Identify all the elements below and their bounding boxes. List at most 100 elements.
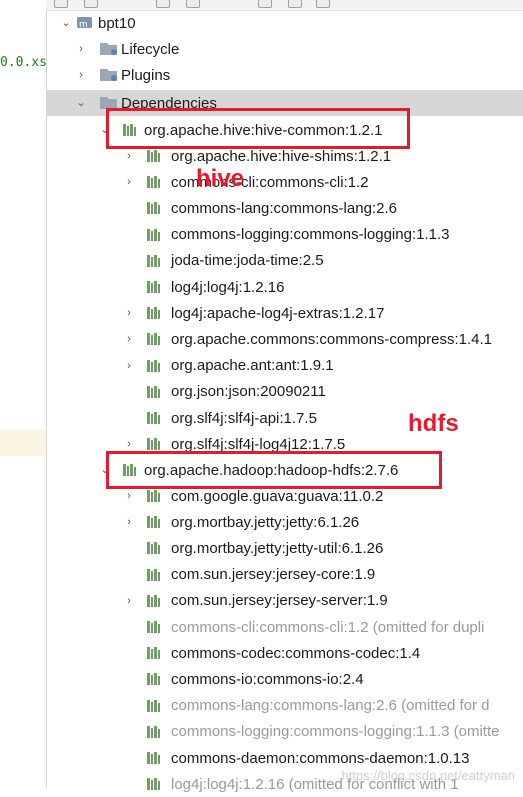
dependency-row[interactable]: › org.apache.ant:ant:1.9.1 <box>46 353 523 379</box>
toolbar-button[interactable] <box>316 0 330 8</box>
chevron-right-icon[interactable]: › <box>123 490 135 502</box>
dependency-label: com.google.guava:guava:11.0.2 <box>171 487 384 505</box>
editor-gutter: 0.0.xs <box>0 0 47 787</box>
library-icon <box>147 228 160 241</box>
chevron-right-icon[interactable]: › <box>123 595 135 607</box>
dependency-row[interactable]: › org.mortbay.jetty:jetty:6.1.26 <box>46 509 523 535</box>
tree-root-bpt10[interactable]: ⌄ m bpt10 <box>46 10 523 36</box>
dependency-row[interactable]: org.mortbay.jetty:jetty-util:6.1.26 <box>46 535 523 561</box>
dependency-row[interactable]: joda-time:joda-time:2.5 <box>46 248 523 274</box>
library-icon <box>147 542 160 555</box>
tree-item-lifecycle[interactable]: › Lifecycle <box>46 36 523 62</box>
chevron-down-icon[interactable]: ⌄ <box>60 17 72 29</box>
annotation-box-hdfs <box>106 451 442 489</box>
dependency-label: commons-io:commons-io:2.4 <box>171 670 364 688</box>
toolbar-button[interactable] <box>288 0 302 8</box>
dependency-label: com.sun.jersey:jersey-core:1.9 <box>171 566 376 584</box>
library-icon <box>147 385 160 398</box>
tree-item-label: Lifecycle <box>121 40 180 58</box>
editor-code-snippet: 0.0.xs <box>0 55 47 70</box>
folder-icon <box>100 69 117 81</box>
chevron-right-icon[interactable]: › <box>123 307 135 319</box>
annotation-box-hive <box>106 108 410 149</box>
dependency-label: commons-codec:commons-codec:1.4 <box>171 644 421 662</box>
library-icon <box>147 176 160 189</box>
dependency-row[interactable]: commons-lang:commons-lang:2.6 (omitted f… <box>46 693 523 719</box>
tree-root-label: bpt10 <box>98 14 136 32</box>
dependency-label: log4j:apache-log4j-extras:1.2.17 <box>171 304 385 322</box>
dependency-row[interactable]: › org.apache.commons:commons-compress:1.4… <box>46 326 523 352</box>
dependency-label: commons-logging:commons-logging:1.1.3 <box>171 226 450 244</box>
tree-item-label: Plugins <box>121 66 171 84</box>
chevron-down-icon[interactable]: ⌄ <box>75 97 87 109</box>
library-icon <box>147 333 160 346</box>
dependency-label: joda-time:joda-time:2.5 <box>171 252 324 270</box>
chevron-right-icon[interactable]: › <box>123 516 135 528</box>
library-icon <box>147 673 160 686</box>
dependency-row[interactable]: commons-lang:commons-lang:2.6 <box>46 195 523 221</box>
dependency-label: commons-lang:commons-lang:2.6 (omitted f… <box>171 697 490 715</box>
dependency-label: org.json:json:20090211 <box>171 383 326 401</box>
library-icon <box>147 254 160 267</box>
library-icon <box>147 725 160 738</box>
library-icon <box>147 516 160 529</box>
toolbar-button[interactable] <box>156 0 170 8</box>
library-icon <box>147 778 160 791</box>
library-icon <box>147 307 160 320</box>
library-icon <box>147 621 160 633</box>
toolbar-button[interactable] <box>84 0 98 8</box>
dependency-label: org.slf4j:slf4j-api:1.7.5 <box>171 409 317 427</box>
chevron-right-icon[interactable]: › <box>123 360 135 372</box>
dependency-label: com.sun.jersey:jersey-server:1.9 <box>171 592 388 610</box>
dependency-label: commons-cli:commons-cli:1.2 (omitted for… <box>171 618 485 636</box>
library-icon <box>147 202 160 215</box>
toolbar-button[interactable] <box>186 0 200 8</box>
dependency-row[interactable]: log4j:log4j:1.2.16 <box>46 274 523 300</box>
chevron-right-icon[interactable]: › <box>123 333 135 345</box>
svg-text:m: m <box>79 20 88 30</box>
dependency-label: commons-lang:commons-lang:2.6 <box>171 199 397 217</box>
maven-module-icon: m <box>77 17 92 30</box>
library-icon <box>147 568 160 581</box>
dependency-row[interactable]: commons-io:commons-io:2.4 <box>46 666 523 692</box>
dependency-label: org.apache.commons:commons-compress:1.4.… <box>171 330 492 348</box>
library-icon <box>147 281 160 293</box>
library-icon <box>147 647 160 660</box>
chevron-right-icon[interactable]: › <box>75 43 87 55</box>
dependency-row[interactable]: com.sun.jersey:jersey-core:1.9 <box>46 562 523 588</box>
dependency-label: commons-daemon:commons-daemon:1.0.13 <box>171 749 470 767</box>
dependency-row[interactable]: commons-codec:commons-codec:1.4 <box>46 640 523 666</box>
chevron-right-icon[interactable]: › <box>123 150 135 162</box>
toolbar-button[interactable] <box>54 0 68 8</box>
dependency-label: log4j:log4j:1.2.16 <box>171 278 285 296</box>
dependency-row[interactable]: › commons-cli:commons-cli:1.2 <box>46 169 523 195</box>
chevron-right-icon[interactable]: › <box>75 69 87 81</box>
library-icon <box>147 699 160 712</box>
chevron-right-icon[interactable]: › <box>123 438 135 450</box>
library-icon <box>147 594 160 607</box>
dependency-label: org.mortbay.jetty:jetty-util:6.1.26 <box>171 539 384 557</box>
library-icon <box>147 490 160 502</box>
annotation-label-hive: hive <box>196 165 245 192</box>
library-icon <box>147 359 160 372</box>
annotation-label-hdfs: hdfs <box>408 410 459 437</box>
library-icon <box>147 150 160 162</box>
dependency-row[interactable]: commons-logging:commons-logging:1.1.3 <box>46 222 523 248</box>
dependency-row[interactable]: org.json:json:20090211 <box>46 379 523 405</box>
library-icon <box>147 438 160 451</box>
toolbar-button[interactable] <box>258 0 272 8</box>
dependency-row[interactable]: commons-cli:commons-cli:1.2 (omitted for… <box>46 614 523 640</box>
chevron-right-icon[interactable]: › <box>123 176 135 188</box>
library-icon <box>147 412 160 424</box>
dependency-label: commons-logging:commons-logging:1.1.3 (o… <box>171 723 500 741</box>
dependency-row[interactable]: › log4j:apache-log4j-extras:1.2.17 <box>46 300 523 326</box>
dependency-row[interactable]: › com.sun.jersey:jersey-server:1.9 <box>46 588 523 614</box>
dependency-label: org.apache.ant:ant:1.9.1 <box>171 357 334 375</box>
library-icon <box>147 752 160 764</box>
editor-line-highlight <box>0 430 46 456</box>
tree-item-plugins[interactable]: › Plugins <box>46 62 523 88</box>
folder-icon <box>100 43 117 55</box>
dependency-label: org.mortbay.jetty:jetty:6.1.26 <box>171 513 360 531</box>
dependency-row[interactable]: commons-logging:commons-logging:1.1.3 (o… <box>46 719 523 745</box>
watermark: https://blog.csdn.net/eattyman <box>341 768 515 783</box>
